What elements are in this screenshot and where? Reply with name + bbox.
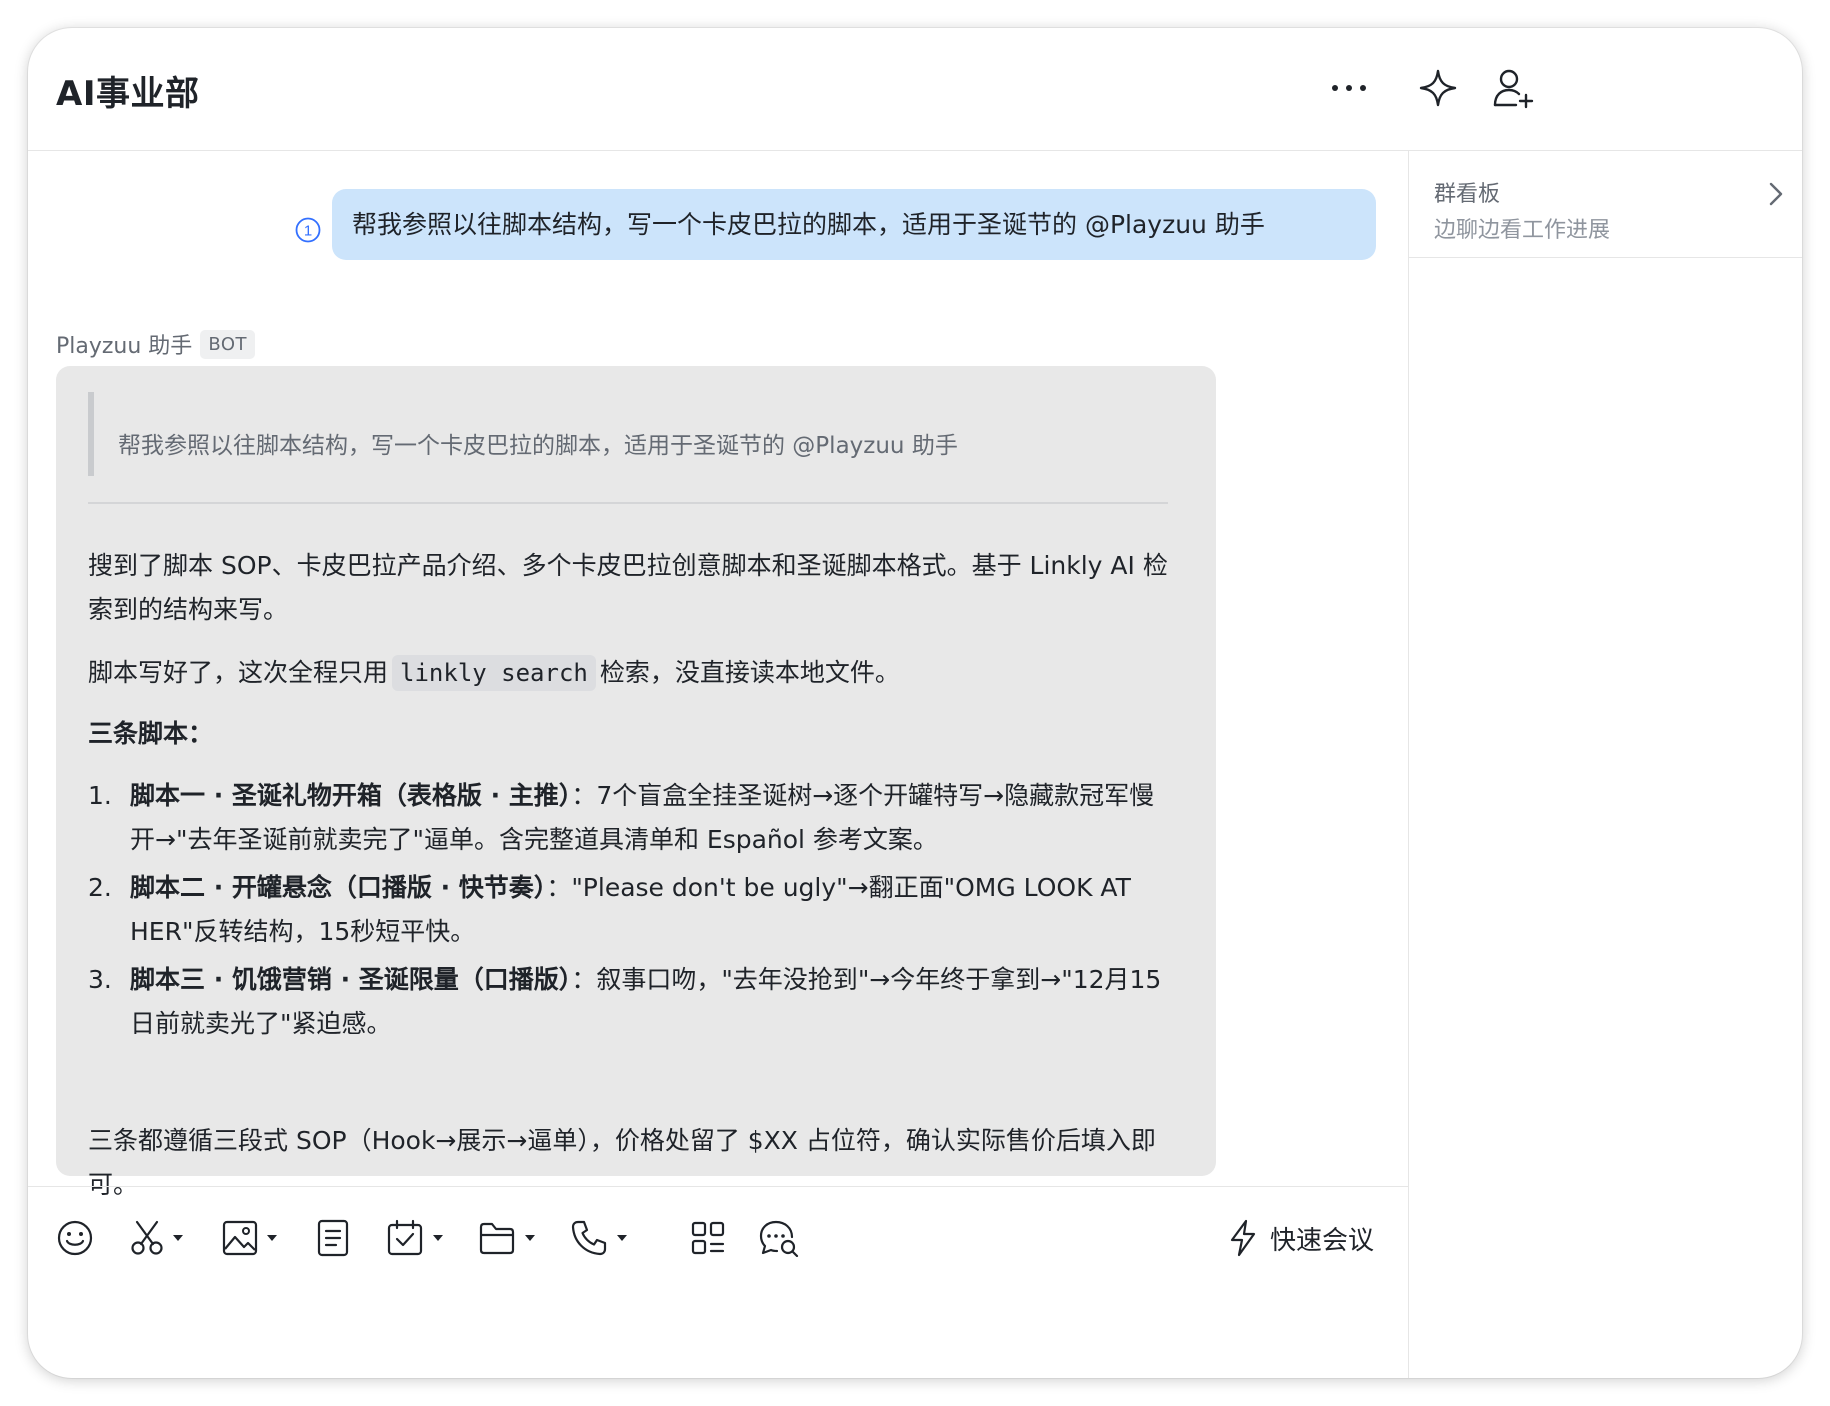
sparkle-icon[interactable] [1412, 62, 1464, 114]
call-button[interactable] [570, 1210, 628, 1266]
quick-meeting-label: 快速会议 [1270, 1225, 1375, 1256]
phone-icon [571, 1220, 607, 1256]
emoji-button[interactable] [56, 1210, 94, 1266]
right-panel: 群看板 边聊边看工作进展 [1408, 151, 1802, 1378]
bot-paragraph-1: 搜到了脚本 SOP、卡皮巴拉产品介绍、多个卡皮巴拉创意脚本和圣诞脚本格式。基于 … [88, 551, 1168, 624]
caret-down-icon [617, 1235, 627, 1241]
read-receipt-icon[interactable]: 1 [294, 216, 322, 244]
caret-down-icon [433, 1235, 443, 1241]
bot-paragraph-4: 三条都遵循三段式 SOP（Hook→展示→逼单），价格处留了 $XX 占位符，确… [88, 1126, 1156, 1199]
caret-down-icon [525, 1235, 535, 1241]
inline-code: linkly search [392, 655, 596, 691]
bot-sender: Playzuu 助手 BOT [56, 328, 256, 360]
folder-button[interactable] [478, 1210, 536, 1266]
svg-text:1: 1 [304, 223, 312, 240]
list-item-number: 3. [88, 965, 112, 994]
apps-button[interactable] [690, 1210, 726, 1266]
list-item-title: 脚本三 · 饥饿营销 · 圣诞限量（口播版） [130, 965, 572, 994]
chat-window: AI事业部 群看板 边聊边看工作进展 1 帮我参照以往脚本结构，写一个卡皮巴拉的… [28, 28, 1802, 1378]
list-item: 2. 脚本二 · 开罐悬念（口播版 · 快节奏）："Please don't be… [88, 866, 1178, 954]
folder-icon [479, 1222, 515, 1255]
screenshot-button[interactable] [130, 1210, 184, 1266]
task-icon [387, 1219, 423, 1256]
script-list-heading: 三条脚本： [88, 719, 214, 748]
list-item-title: 脚本二 · 开罐悬念（口播版 · 快节奏） [130, 873, 547, 902]
add-member-icon[interactable] [1488, 62, 1540, 114]
doc-button[interactable] [316, 1210, 350, 1266]
chat-search-icon [759, 1220, 799, 1257]
quoted-message-text: 帮我参照以往脚本结构，写一个卡皮巴拉的脚本，适用于圣诞节的 @Playzuu 助… [118, 433, 958, 459]
scissors-icon [131, 1220, 163, 1255]
bot-paragraph-2: 脚本写好了，这次全程只用 linkly search 检索，没直接读本地文件。 [88, 651, 900, 695]
message-input[interactable] [28, 1278, 1408, 1378]
quoted-message[interactable]: 帮我参照以往脚本结构，写一个卡皮巴拉的脚本，适用于圣诞节的 @Playzuu 助… [88, 392, 1168, 476]
bot-badge: BOT [200, 329, 256, 359]
chat-title: AI事业部 [56, 74, 200, 114]
my-message-bubble[interactable]: 帮我参照以往脚本结构，写一个卡皮巴拉的脚本，适用于圣诞节的 @Playzuu 助… [332, 189, 1376, 260]
list-item: 1. 脚本一 · 圣诞礼物开箱（表格版 · 主推）：7个盲盒全挂圣诞树→逐个开罐特… [88, 774, 1178, 862]
bot-sender-name[interactable]: Playzuu 助手 [56, 328, 192, 360]
group-board-subtitle: 边聊边看工作进展 [1434, 218, 1611, 243]
group-board-card[interactable]: 群看板 边聊边看工作进展 [1409, 151, 1802, 258]
list-item-number: 1. [88, 781, 112, 810]
quick-meeting-button[interactable]: 快速会议 [1228, 1210, 1374, 1266]
group-board-title: 群看板 [1434, 182, 1501, 207]
script-list: 1. 脚本一 · 圣诞礼物开箱（表格版 · 主推）：7个盲盒全挂圣诞树→逐个开罐特… [88, 774, 1178, 1050]
chat-search-button[interactable] [758, 1210, 800, 1266]
more-icon[interactable] [1323, 62, 1375, 114]
image-icon [222, 1220, 258, 1256]
toolbar-divider [28, 1186, 1408, 1187]
image-button[interactable] [222, 1210, 278, 1266]
document-icon [317, 1219, 349, 1257]
list-item-title: 脚本一 · 圣诞礼物开箱（表格版 · 主推） [130, 781, 572, 810]
caret-down-icon [267, 1235, 277, 1241]
bot-paragraph-2-end: 检索，没直接读本地文件。 [599, 658, 900, 687]
chevron-right-icon [1769, 182, 1783, 206]
list-item: 3. 脚本三 · 饥饿营销 · 圣诞限量（口播版）：叙事口吻，"去年没抢到"→今年… [88, 958, 1178, 1046]
bot-paragraph-2-start: 脚本写好了，这次全程只用 [88, 658, 389, 687]
task-button[interactable] [386, 1210, 444, 1266]
chat-header: AI事业部 [28, 28, 1802, 151]
bot-message-bubble[interactable]: 帮我参照以往脚本结构，写一个卡皮巴拉的脚本，适用于圣诞节的 @Playzuu 助… [56, 366, 1216, 1199]
message-list: 1 帮我参照以往脚本结构，写一个卡皮巴拉的脚本，适用于圣诞节的 @Playzuu… [28, 151, 1408, 1213]
lightning-icon [1230, 1219, 1256, 1257]
apps-icon [691, 1221, 725, 1255]
caret-down-icon [173, 1235, 183, 1241]
list-item-number: 2. [88, 873, 112, 902]
emoji-icon [57, 1220, 93, 1256]
quote-divider [88, 502, 1168, 504]
